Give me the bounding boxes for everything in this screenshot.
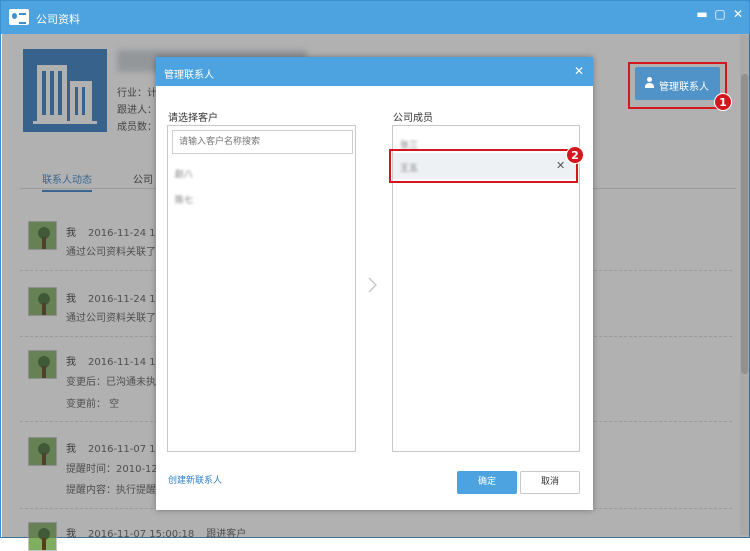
title-bar: 公司资料 ▬ ▢ ✕ <box>1 1 749 34</box>
chevron-right-icon[interactable] <box>368 277 377 293</box>
manage-contacts-dialog: 管理联系人 ✕ 请选择客户 赵八 陈七 公司成员 张三 王五 ✕ 创建新联系人 … <box>156 57 593 510</box>
cancel-button[interactable]: 取消 <box>520 471 580 494</box>
minimize-icon[interactable]: ▬ <box>694 6 710 22</box>
select-customer-label: 请选择客户 <box>168 113 218 124</box>
window-title: 公司资料 <box>36 13 80 26</box>
maximize-icon[interactable]: ▢ <box>712 6 728 22</box>
dialog-title: 管理联系人 <box>164 70 214 81</box>
step-badge-1: 1 <box>714 93 732 111</box>
highlight-box-1 <box>628 62 727 109</box>
contact-card-icon <box>9 9 29 25</box>
customer-list-panel: 赵八 陈七 <box>167 125 356 452</box>
customer-item[interactable]: 赵八 <box>175 167 193 180</box>
close-icon[interactable]: ✕ <box>730 6 746 22</box>
company-members-label: 公司成员 <box>393 113 433 124</box>
create-contact-link[interactable]: 创建新联系人 <box>168 473 222 486</box>
confirm-button[interactable]: 确定 <box>457 471 517 494</box>
dialog-header: 管理联系人 ✕ <box>156 57 593 86</box>
company-info-window: 公司资料 ▬ ▢ ✕ 行业：计 跟进人： 成员数： 联系人动态 公司 我 201… <box>0 0 750 551</box>
highlight-box-2 <box>389 149 578 183</box>
dialog-close-icon[interactable]: ✕ <box>574 64 584 78</box>
customer-search-input[interactable] <box>172 130 353 154</box>
customer-item[interactable]: 陈七 <box>175 193 193 206</box>
step-badge-2: 2 <box>566 146 584 164</box>
